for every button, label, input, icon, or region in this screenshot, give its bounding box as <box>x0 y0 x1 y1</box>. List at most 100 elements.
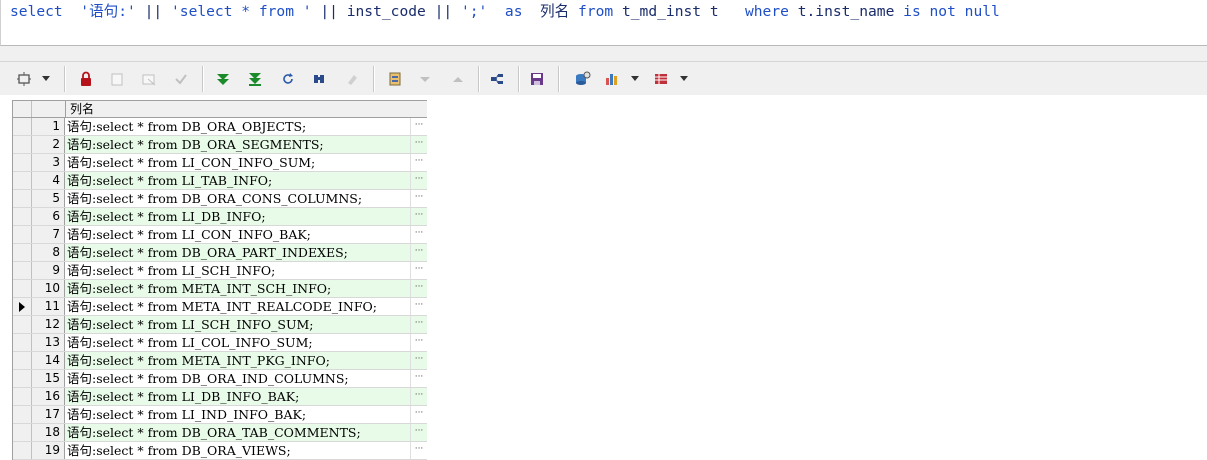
cell-editor-button[interactable]: ··· <box>410 316 427 333</box>
cell-editor-button[interactable]: ··· <box>410 136 427 153</box>
cell-value[interactable]: 语句:select * from DB_ORA_VIEWS; <box>65 442 410 459</box>
table-row[interactable]: 1 语句:select * from DB_ORA_OBJECTS; ··· <box>13 118 427 136</box>
row-indicator[interactable] <box>13 406 32 423</box>
cell-value[interactable]: 语句:select * from DB_ORA_SEGMENTS; <box>65 136 410 153</box>
new-record-icon[interactable] <box>106 68 128 90</box>
table-row[interactable]: 18 语句:select * from DB_ORA_TAB_COMMENTS; ·… <box>13 424 427 442</box>
save-icon[interactable] <box>526 68 548 90</box>
row-indicator[interactable] <box>13 424 32 441</box>
table-row[interactable]: 12 语句:select * from LI_SCH_INFO_SUM; ··· <box>13 316 427 334</box>
chart-icon[interactable] <box>601 68 623 90</box>
cell-editor-button[interactable]: ··· <box>410 244 427 261</box>
cell-value[interactable]: 语句:select * from LI_SCH_INFO; <box>65 262 410 279</box>
row-indicator[interactable] <box>13 226 32 243</box>
table-row[interactable]: 3 语句:select * from LI_CON_INFO_SUM; ··· <box>13 154 427 172</box>
cell-value[interactable]: 语句:select * from LI_TAB_INFO; <box>65 172 410 189</box>
row-indicator[interactable] <box>13 298 32 315</box>
single-record-view-icon[interactable] <box>486 68 508 90</box>
cell-editor-button[interactable]: ··· <box>410 352 427 369</box>
fetch-next-icon[interactable] <box>212 68 234 90</box>
table-row[interactable]: 6 语句:select * from LI_DB_INFO; ··· <box>13 208 427 226</box>
row-indicator[interactable] <box>13 370 32 387</box>
table-row[interactable]: 13 语句:select * from LI_COL_INFO_SUM; ··· <box>13 334 427 352</box>
refresh-icon[interactable] <box>277 68 299 90</box>
column-header[interactable]: 列名 <box>66 101 427 117</box>
cell-editor-button[interactable]: ··· <box>410 118 427 135</box>
chevron-down-icon[interactable] <box>680 76 688 81</box>
cell-value[interactable]: 语句:select * from LI_CON_INFO_SUM; <box>65 154 410 171</box>
cell-value[interactable]: 语句:select * from LI_CON_INFO_BAK; <box>65 226 410 243</box>
table-row[interactable]: 7 语句:select * from LI_CON_INFO_BAK; ··· <box>13 226 427 244</box>
table-row[interactable]: 19 语句:select * from DB_ORA_VIEWS; ··· <box>13 442 427 460</box>
row-indicator[interactable] <box>13 262 32 279</box>
table-row[interactable]: 11 语句:select * from META_INT_REALCODE_INF… <box>13 298 427 316</box>
table-row[interactable]: 17 语句:select * from LI_IND_INFO_BAK; ··· <box>13 406 427 424</box>
cell-editor-button[interactable]: ··· <box>410 424 427 441</box>
find-icon[interactable] <box>308 68 330 90</box>
sql-text[interactable]: select '语句:' || 'select * from ' || inst… <box>10 3 1000 21</box>
row-indicator[interactable] <box>13 280 32 297</box>
row-indicator[interactable] <box>13 442 32 459</box>
row-indicator[interactable] <box>13 118 32 135</box>
previous-icon[interactable] <box>414 68 436 90</box>
cell-value[interactable]: 语句:select * from DB_ORA_IND_COLUMNS; <box>65 370 410 387</box>
grid-view-icon[interactable] <box>650 68 672 90</box>
splitter[interactable] <box>0 46 1207 61</box>
cell-editor-button[interactable]: ··· <box>410 280 427 297</box>
sql-editor[interactable]: select '语句:' || 'select * from ' || inst… <box>0 0 1207 46</box>
chevron-down-icon[interactable] <box>42 76 50 81</box>
row-indicator[interactable] <box>13 316 32 333</box>
table-row[interactable]: 16 语句:select * from LI_DB_INFO_BAK; ··· <box>13 388 427 406</box>
cell-value[interactable]: 语句:select * from LI_DB_INFO_BAK; <box>65 388 410 405</box>
chevron-down-icon[interactable] <box>631 76 639 81</box>
cell-value[interactable]: 语句:select * from LI_DB_INFO; <box>65 208 410 225</box>
table-row[interactable]: 15 语句:select * from DB_ORA_IND_COLUMNS; ··… <box>13 370 427 388</box>
row-indicator[interactable] <box>13 208 32 225</box>
pin-menu-icon[interactable] <box>14 68 36 90</box>
table-row[interactable]: 9 语句:select * from LI_SCH_INFO; ··· <box>13 262 427 280</box>
cell-editor-button[interactable]: ··· <box>410 298 427 315</box>
cell-editor-button[interactable]: ··· <box>410 334 427 351</box>
cell-value[interactable]: 语句:select * from DB_ORA_CONS_COLUMNS; <box>65 190 410 207</box>
post-icon[interactable] <box>170 68 192 90</box>
cell-editor-button[interactable]: ··· <box>410 406 427 423</box>
cell-editor-button[interactable]: ··· <box>410 172 427 189</box>
cell-value[interactable]: 语句:select * from LI_COL_INFO_SUM; <box>65 334 410 351</box>
table-row[interactable]: 8 语句:select * from DB_ORA_PART_INDEXES; ··… <box>13 244 427 262</box>
fetch-all-icon[interactable] <box>244 68 266 90</box>
cell-editor-button[interactable]: ··· <box>410 208 427 225</box>
table-row[interactable]: 10 语句:select * from META_INT_SCH_INFO; ··· <box>13 280 427 298</box>
cell-value[interactable]: 语句:select * from DB_ORA_TAB_COMMENTS; <box>65 424 410 441</box>
query-by-example-icon[interactable] <box>384 68 406 90</box>
cell-value[interactable]: 语句:select * from DB_ORA_OBJECTS; <box>65 118 410 135</box>
row-indicator[interactable] <box>13 136 32 153</box>
table-row[interactable]: 5 语句:select * from DB_ORA_CONS_COLUMNS; ··… <box>13 190 427 208</box>
cell-value[interactable]: 语句:select * from LI_SCH_INFO_SUM; <box>65 316 410 333</box>
lock-icon[interactable] <box>75 68 97 90</box>
table-row[interactable]: 14 语句:select * from META_INT_PKG_INFO; ··· <box>13 352 427 370</box>
cell-editor-button[interactable]: ··· <box>410 190 427 207</box>
table-row[interactable]: 2 语句:select * from DB_ORA_SEGMENTS; ··· <box>13 136 427 154</box>
row-indicator[interactable] <box>13 334 32 351</box>
result-grid[interactable]: 列名 1 语句:select * from DB_ORA_OBJECTS; ··· 2… <box>12 100 427 460</box>
cell-value[interactable]: 语句:select * from DB_ORA_PART_INDEXES; <box>65 244 410 261</box>
next-icon[interactable] <box>447 68 469 90</box>
row-indicator[interactable] <box>13 388 32 405</box>
clear-icon[interactable] <box>341 68 363 90</box>
cell-editor-button[interactable]: ··· <box>410 442 427 459</box>
cell-value[interactable]: 语句:select * from META_INT_SCH_INFO; <box>65 280 410 297</box>
cell-value[interactable]: 语句:select * from LI_IND_INFO_BAK; <box>65 406 410 423</box>
cell-editor-button[interactable]: ··· <box>410 154 427 171</box>
cell-value[interactable]: 语句:select * from META_INT_REALCODE_INFO; <box>65 298 410 315</box>
cell-editor-button[interactable]: ··· <box>410 370 427 387</box>
row-indicator[interactable] <box>13 172 32 189</box>
cell-editor-button[interactable]: ··· <box>410 388 427 405</box>
row-indicator[interactable] <box>13 190 32 207</box>
export-icon[interactable] <box>572 68 594 90</box>
cell-value[interactable]: 语句:select * from META_INT_PKG_INFO; <box>65 352 410 369</box>
cell-editor-button[interactable]: ··· <box>410 226 427 243</box>
row-indicator[interactable] <box>13 154 32 171</box>
row-indicator[interactable] <box>13 352 32 369</box>
delete-record-icon[interactable] <box>138 68 160 90</box>
table-row[interactable]: 4 语句:select * from LI_TAB_INFO; ··· <box>13 172 427 190</box>
